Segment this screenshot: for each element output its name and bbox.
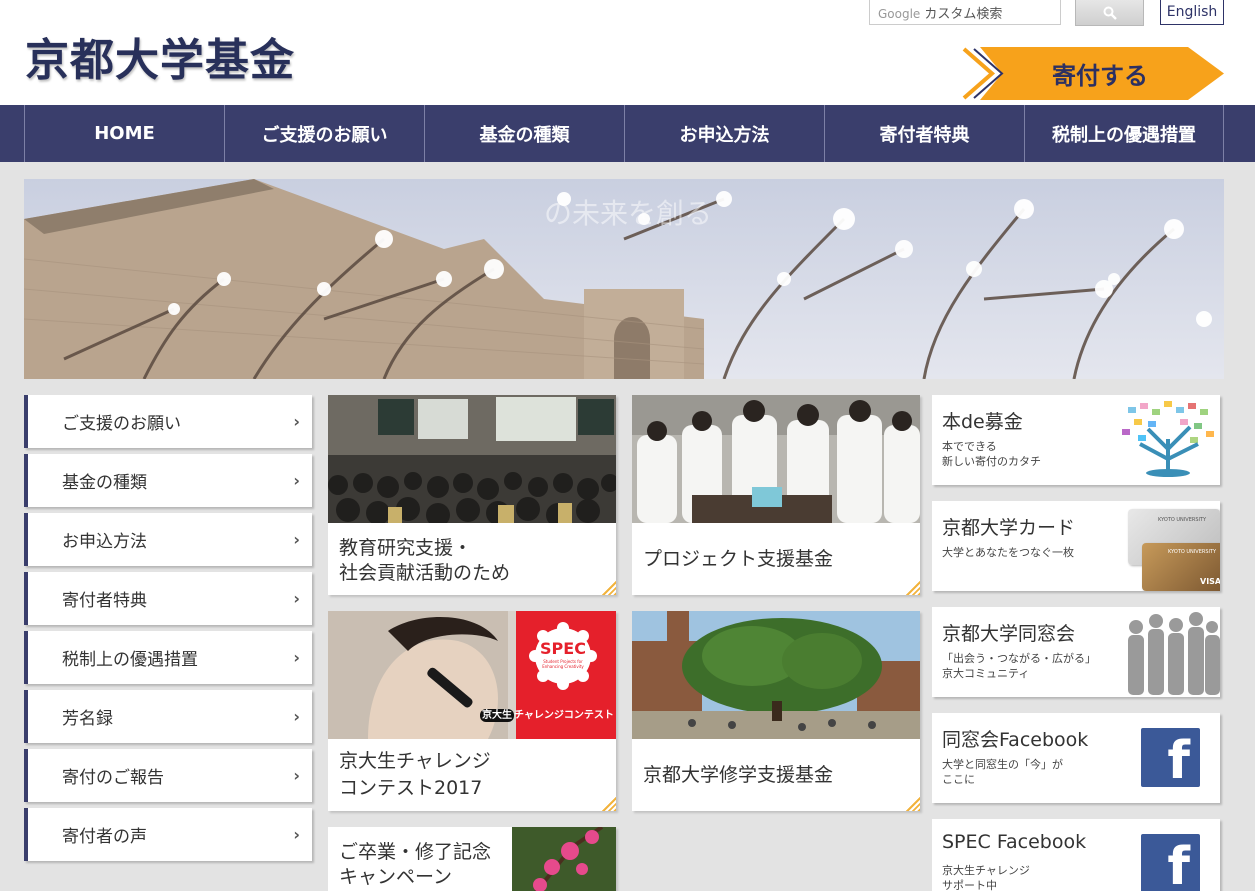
- visa-logo: VISA: [1200, 577, 1220, 586]
- banner-title: 同窓会Facebook: [942, 729, 1089, 751]
- search-placeholder: カスタム検索: [924, 7, 1003, 22]
- card-title: プロジェクト支援基金: [643, 548, 834, 570]
- banner-sub-line1: 京大生チャレンジ: [942, 864, 1030, 877]
- banner-sub-line2: 京大コミュニティ: [942, 667, 1030, 680]
- search-brand: Google: [878, 7, 921, 21]
- side-menu: ご支援のお願い › 基金の種類 › お申込方法 › 寄付者特典 › 税制上の優遇措置 › …: [24, 395, 312, 867]
- nav-donor-benefits[interactable]: 寄付者特典: [824, 105, 1024, 162]
- search-input[interactable]: Google カスタム検索: [869, 0, 1061, 25]
- hero-banner[interactable]: の未来を創る: [24, 179, 1224, 379]
- card-study-support[interactable]: 京都大学修学支援基金: [632, 611, 920, 811]
- chevron-right-icon: ›: [293, 825, 300, 844]
- banner-sub-line1: 大学と同窓生の「今」が: [942, 758, 1063, 771]
- banner-title: SPEC Facebook: [942, 831, 1087, 853]
- side-item-label: 寄付のご報告: [62, 768, 164, 788]
- side-item-label: 寄付者の声: [62, 827, 147, 847]
- spec-contest-image: SPEC Student Projects for Enhancing Crea…: [328, 611, 616, 739]
- card-title: 京都大学修学支援基金: [643, 764, 834, 786]
- banner-sub-line2: 新しい寄付のカタチ: [942, 455, 1041, 468]
- contest-badge-text: チャレンジコンテスト: [514, 710, 614, 721]
- banner-title: 京都大学カード: [942, 517, 1076, 539]
- banner-sub-line2: サポート中: [942, 879, 997, 891]
- book-tree-icon: [1122, 401, 1214, 477]
- donate-label: 寄付する: [1052, 62, 1148, 90]
- banner-title: 本de募金: [942, 411, 1023, 433]
- side-item-label: 税制上の優遇措置: [62, 650, 198, 670]
- side-item-donation-reports[interactable]: 寄付のご報告 ›: [24, 749, 312, 802]
- card-education-support[interactable]: 教育研究支援・ 社会貢献活動のため: [328, 395, 616, 595]
- card-title-line1: 教育研究支援・: [339, 537, 473, 559]
- spec-logo-subtext: Student Projects for Enhancing Creativit…: [542, 659, 584, 669]
- banner-sub-line1: 「出会う・つながる・広がる」: [942, 652, 1096, 665]
- nav-tax-benefits[interactable]: 税制上の優遇措置: [1024, 105, 1224, 162]
- chevron-right-icon: ›: [293, 589, 300, 608]
- banner-alumni-association[interactable]: 京都大学同窓会 「出会う・つながる・広がる」 京大コミュニティ: [932, 607, 1220, 697]
- card-title-line2: 社会貢献活動のため: [339, 562, 511, 584]
- nav-fund-types[interactable]: 基金の種類: [424, 105, 624, 162]
- credit-card-brand-1: KYOTO UNIVERSITY: [1158, 517, 1207, 523]
- chevron-right-icon: ›: [293, 648, 300, 667]
- chevron-right-icon: ›: [293, 707, 300, 726]
- card-project-support[interactable]: プロジェクト支援基金: [632, 395, 920, 595]
- contest-badge: 京大生 チャレンジコンテスト: [480, 706, 614, 722]
- lab-students-image: [632, 395, 920, 523]
- card-title-line2: コンテスト2017: [339, 777, 483, 799]
- site-header: 京都大学基金 Google カスタム検索 English 寄付する: [0, 0, 1255, 105]
- spec-logo-text: SPEC: [540, 639, 586, 658]
- facebook-f-icon: f: [1141, 728, 1200, 787]
- side-item-label: 基金の種類: [62, 473, 147, 493]
- side-item-fund-types[interactable]: 基金の種類 ›: [24, 454, 312, 507]
- english-button[interactable]: English: [1160, 0, 1224, 25]
- contest-badge-kanji: 京大生: [480, 709, 514, 722]
- magnifier-icon: [1103, 6, 1117, 20]
- clock-tower-tree-image: [632, 611, 920, 739]
- card-title-line2: キャンペーン: [339, 866, 453, 888]
- side-item-how-to-apply[interactable]: お申込方法 ›: [24, 513, 312, 566]
- lecture-hall-image: [328, 395, 616, 523]
- corner-stripe-icon: [600, 579, 616, 595]
- credit-card-brand-2: KYOTO UNIVERSITY: [1168, 549, 1217, 555]
- banner-university-card[interactable]: 京都大学カード 大学とあなたをつなぐ一枚 KYOTO UNIVERSITY KY…: [932, 501, 1220, 591]
- donate-button[interactable]: 寄付する: [962, 47, 1224, 100]
- side-item-label: お申込方法: [62, 532, 147, 552]
- banner-sub-line2: ここに: [942, 773, 975, 786]
- side-item-donor-voices[interactable]: 寄付者の声 ›: [24, 808, 312, 861]
- side-item-tax-benefits[interactable]: 税制上の優遇措置 ›: [24, 631, 312, 684]
- search-button[interactable]: [1075, 0, 1144, 26]
- side-item-label: 芳名録: [62, 709, 113, 729]
- card-title-line1: ご卒業・修了記念: [339, 841, 492, 863]
- corner-stripe-icon: [904, 795, 920, 811]
- banner-alumni-facebook[interactable]: 同窓会Facebook 大学と同窓生の「今」が ここに f: [932, 713, 1220, 803]
- corner-stripe-icon: [904, 579, 920, 595]
- nav-how-to-apply[interactable]: お申込方法: [624, 105, 824, 162]
- side-item-label: ご支援のお願い: [62, 414, 181, 434]
- side-item-donor-benefits[interactable]: 寄付者特典 ›: [24, 572, 312, 625]
- plum-blossom-image: [512, 827, 616, 891]
- corner-stripe-icon: [600, 795, 616, 811]
- card-graduation-campaign[interactable]: ご卒業・修了記念 キャンペーン: [328, 827, 616, 891]
- banner-sub-line1: 本でできる: [942, 440, 997, 453]
- chevron-right-icon: ›: [293, 412, 300, 431]
- chevron-right-icon: ›: [293, 766, 300, 785]
- site-title[interactable]: 京都大学基金: [25, 24, 295, 88]
- side-item-donor-list[interactable]: 芳名録 ›: [24, 690, 312, 743]
- chevron-right-icon: ›: [293, 471, 300, 490]
- banner-book-donation[interactable]: 本de募金 本でできる 新しい寄付のカタチ: [932, 395, 1220, 485]
- banner-sub-line1: 大学とあなたをつなぐ一枚: [942, 546, 1074, 559]
- credit-card-image-2: KYOTO UNIVERSITY VISA: [1142, 543, 1220, 591]
- nav-support-request[interactable]: ご支援のお願い: [224, 105, 424, 162]
- global-nav: HOME ご支援のお願い 基金の種類 お申込方法 寄付者特典 税制上の優遇措置: [0, 105, 1255, 162]
- banner-spec-facebook[interactable]: SPEC Facebook 京大生チャレンジ サポート中 f: [932, 819, 1220, 891]
- side-item-label: 寄付者特典: [62, 591, 147, 611]
- card-title-line1: 京大生チャレンジ: [339, 750, 491, 772]
- side-item-support-request[interactable]: ご支援のお願い ›: [24, 395, 312, 448]
- banner-title: 京都大学同窓会: [942, 623, 1076, 645]
- hero-snowy-trees-image: の未来を創る: [24, 179, 1224, 379]
- nav-home[interactable]: HOME: [24, 105, 224, 162]
- hero-faint-caption: の未来を創る: [544, 197, 712, 230]
- chevron-right-icon: ›: [293, 530, 300, 549]
- people-silhouette-icon: [1128, 612, 1220, 695]
- facebook-f-icon: f: [1141, 834, 1200, 891]
- card-challenge-contest[interactable]: SPEC Student Projects for Enhancing Crea…: [328, 611, 616, 811]
